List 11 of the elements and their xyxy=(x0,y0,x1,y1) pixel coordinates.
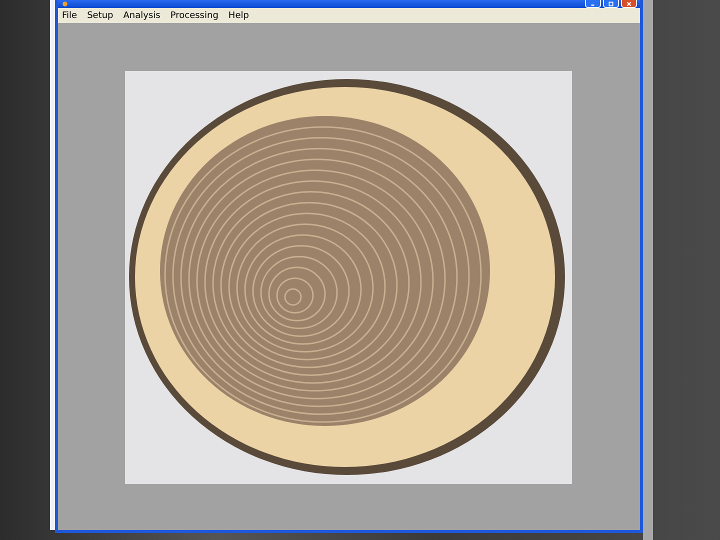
maximize-icon xyxy=(607,0,615,6)
maximize-button[interactable] xyxy=(603,0,619,8)
menu-item[interactable]: Help xyxy=(228,10,249,20)
menu-item[interactable]: Analysis xyxy=(123,10,160,20)
menu-item[interactable]: File xyxy=(62,10,78,20)
close-icon xyxy=(625,0,633,6)
app-icon xyxy=(61,1,69,7)
close-button[interactable] xyxy=(621,0,637,8)
menu-item[interactable]: Setup xyxy=(87,10,114,20)
menu-item[interactable]: Processing xyxy=(170,10,218,20)
minimize-button[interactable] xyxy=(585,0,601,8)
